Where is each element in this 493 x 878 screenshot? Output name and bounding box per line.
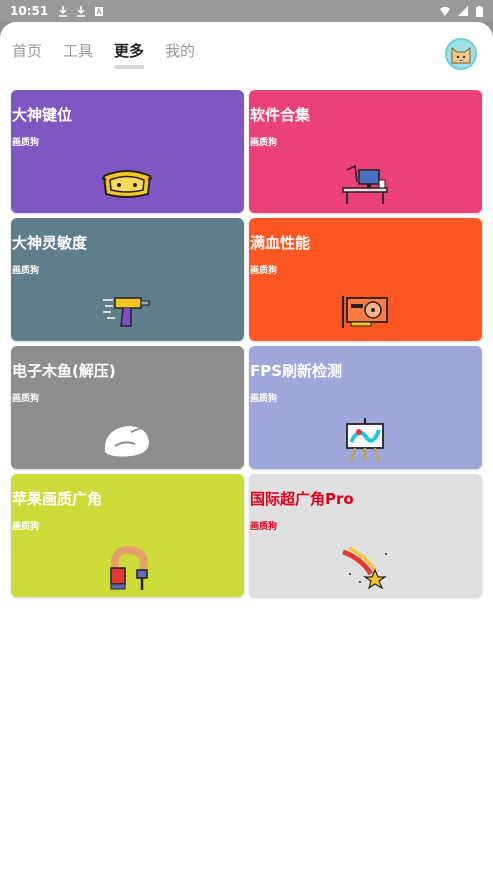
paint-brush-icon: [110, 545, 148, 590]
card-subtitle: 画质狗: [12, 394, 40, 404]
card-title: FPS刷新检测: [250, 362, 343, 380]
card-subtitle: 画质狗: [250, 138, 278, 148]
tab-tools[interactable]: 工具: [63, 40, 93, 67]
status-bar: 10:51: [0, 0, 493, 22]
tab-more[interactable]: 更多: [114, 40, 145, 69]
easel-painting-icon: [346, 418, 384, 462]
shooting-star-icon: [342, 546, 387, 590]
workstation-desk-icon: [342, 164, 388, 204]
card-subtitle: 画质狗: [250, 522, 278, 532]
goggles-icon: [101, 170, 153, 198]
drill-tool-icon: [103, 297, 150, 327]
card-wooden-fish[interactable]: 电子木鱼(解压) 画质狗: [11, 346, 244, 469]
card-title: 大神键位: [12, 106, 73, 124]
card-software-collection[interactable]: 软件合集 画质狗: [249, 90, 482, 213]
tool-grid: 大神键位 画质狗 软件合集 画质狗 大神灵敏度 画质狗 满血性能 画质狗 电子木…: [11, 90, 483, 597]
cat-avatar-icon: [451, 46, 471, 64]
card-subtitle: 画质狗: [12, 522, 40, 532]
download-icon: [77, 5, 86, 17]
card-key-mapping[interactable]: 大神键位 画质狗: [11, 90, 244, 213]
card-intl-ultra-wide-pro[interactable]: 国际超广角Pro 画质狗: [249, 474, 482, 597]
app-notification-icon: [95, 6, 104, 16]
card-title: 苹果画质广角: [12, 490, 103, 508]
tab-bar: 首页 工具 更多 我的: [12, 40, 195, 72]
card-title: 大神灵敏度: [12, 234, 88, 252]
battery-icon: [476, 5, 483, 17]
wifi-icon: [440, 6, 450, 16]
card-subtitle: 画质狗: [250, 266, 278, 276]
card-subtitle: 画质狗: [250, 394, 278, 404]
card-title: 国际超广角Pro: [250, 490, 354, 508]
card-apple-wide-angle[interactable]: 苹果画质广角 画质狗: [11, 474, 244, 597]
wooden-fish-icon: [104, 426, 149, 457]
card-full-performance[interactable]: 满血性能 画质狗: [249, 218, 482, 341]
tab-mine[interactable]: 我的: [165, 40, 195, 67]
card-title: 满血性能: [250, 234, 311, 252]
graphics-card-icon: [342, 296, 388, 328]
card-title: 电子木鱼(解压): [12, 362, 116, 380]
card-title: 软件合集: [250, 106, 311, 124]
avatar[interactable]: [445, 38, 477, 70]
download-icon: [59, 5, 68, 17]
signal-icon: [458, 5, 468, 16]
card-sensitivity[interactable]: 大神灵敏度 画质狗: [11, 218, 244, 341]
tab-home[interactable]: 首页: [12, 40, 42, 67]
card-subtitle: 画质狗: [12, 138, 40, 148]
main-sheet: 首页 工具 更多 我的 大神键位 画质狗 软件合集 画质狗 大神灵敏度 画质狗 …: [0, 22, 493, 878]
card-subtitle: 画质狗: [12, 266, 40, 276]
status-time: 10:51: [10, 4, 49, 18]
card-fps-check[interactable]: FPS刷新检测 画质狗: [249, 346, 482, 469]
